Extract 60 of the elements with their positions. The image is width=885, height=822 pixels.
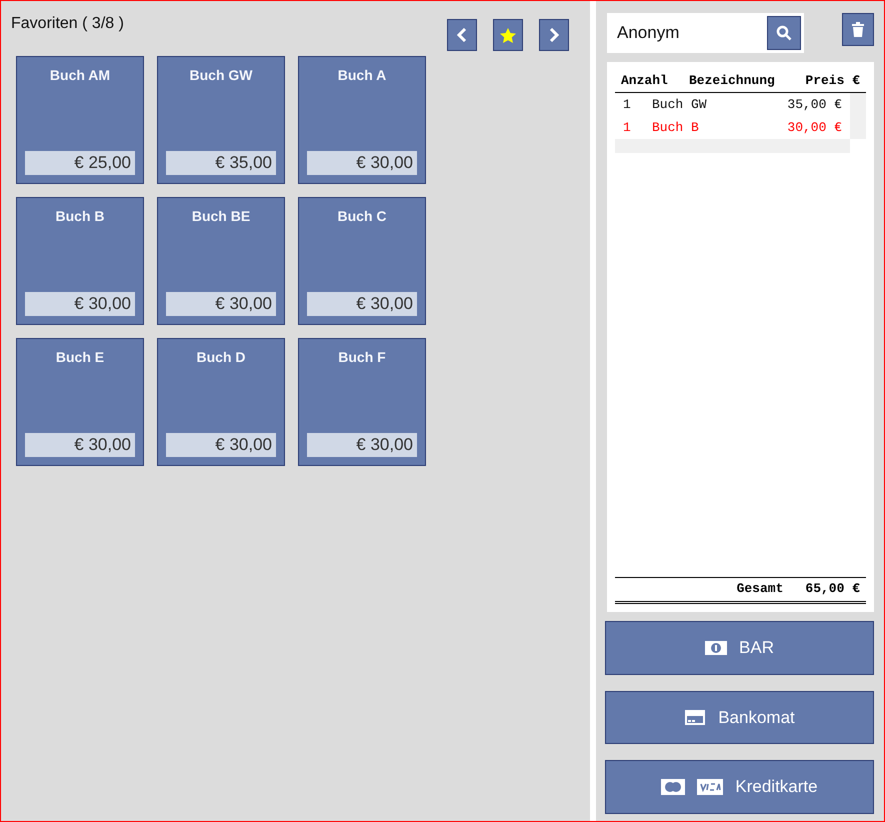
table-cell-text: 35,00 € (786, 97, 842, 112)
product-tile[interactable]: Buch BE € 30,00 (157, 197, 285, 325)
banknote-icon (705, 640, 728, 655)
customer-field[interactable]: Anonym (607, 13, 767, 53)
search-button[interactable] (767, 13, 804, 53)
product-price: € 30,00 (25, 433, 135, 457)
visa-logo-icon (697, 779, 724, 796)
vertical-scrollbar[interactable] (850, 93, 866, 139)
product-tile[interactable]: Buch A € 30,00 (298, 56, 426, 184)
column-header: Bezeichnung (689, 73, 776, 88)
product-price: € 30,00 (166, 292, 276, 316)
product-tile[interactable]: Buch AM € 25,00 (16, 56, 144, 184)
table-cell-text: 30,00 € (786, 120, 842, 135)
total-label: Gesamt (736, 581, 784, 596)
product-name: Buch C (338, 208, 386, 224)
product-tile[interactable]: Buch F € 30,00 (298, 338, 426, 466)
payment-button[interactable]: Kreditkarte (605, 760, 874, 814)
product-name: Buch BE (192, 208, 250, 224)
table-cell-text: 1 (623, 120, 632, 135)
table-cell-text: 1 (623, 97, 632, 112)
favorites-button[interactable] (493, 19, 523, 51)
column-header: Preis € (804, 73, 860, 88)
table-cell-text: Buch GW (652, 97, 708, 112)
product-price: € 35,00 (166, 151, 276, 175)
product-name: Buch E (56, 349, 104, 365)
previous-button[interactable] (447, 19, 477, 51)
product-price: € 30,00 (307, 292, 417, 316)
payment-button[interactable]: BAR (605, 621, 874, 675)
product-price: € 30,00 (307, 151, 417, 175)
product-name: Buch AM (50, 67, 110, 83)
product-price: € 30,00 (25, 292, 135, 316)
product-tile[interactable]: Buch E € 30,00 (16, 338, 144, 466)
star-icon (500, 28, 516, 42)
product-name: Buch GW (190, 67, 252, 83)
product-name: Buch A (338, 67, 386, 83)
product-name: Buch D (196, 349, 246, 365)
chevron-right-icon (549, 28, 559, 42)
total-amount: 65,00 € (805, 581, 860, 596)
column-header: Anzahl (621, 73, 669, 88)
trash-icon (852, 22, 864, 37)
product-price: € 30,00 (166, 433, 276, 457)
next-button[interactable] (539, 19, 569, 51)
product-name: Buch F (338, 349, 386, 365)
table-cell-text: Buch B (652, 120, 700, 135)
payment-button[interactable]: Bankomat (605, 690, 874, 744)
product-name: Buch B (56, 208, 104, 224)
search-icon (776, 25, 792, 41)
product-tile[interactable]: Buch C € 30,00 (298, 197, 426, 325)
card-icon (684, 709, 706, 726)
card-logo-icon (661, 779, 686, 796)
product-tile[interactable]: Buch B € 30,00 (16, 197, 144, 325)
chevron-left-icon (457, 28, 467, 42)
delete-button[interactable] (842, 13, 874, 46)
product-tile[interactable]: Buch GW € 35,00 (157, 56, 285, 184)
favorites-title: Favoriten ( 3/8 ) (11, 15, 124, 33)
product-tile[interactable]: Buch D € 30,00 (157, 338, 285, 466)
product-price: € 25,00 (25, 151, 135, 175)
receipt-row[interactable]: 1 Buch GW 35,00 € (615, 93, 850, 116)
product-price: € 30,00 (307, 433, 417, 457)
receipt-row[interactable]: 1 Buch B 30,00 € (615, 116, 850, 139)
